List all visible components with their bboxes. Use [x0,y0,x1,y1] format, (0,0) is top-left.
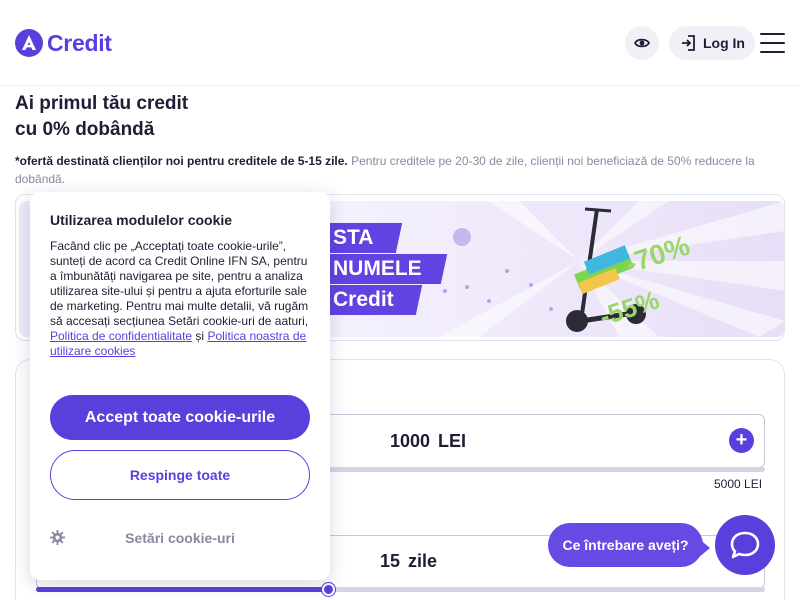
menu-line [760,42,785,44]
reject-all-cookies-button[interactable]: Respinge toate [50,450,310,500]
decor-circle [453,228,471,246]
site-header: Credit Log In [0,0,800,86]
days-slider-handle[interactable] [322,583,335,596]
amount-value: 1000 LEI [390,431,467,451]
max-amount-label: 5000 LEI [714,477,763,491]
cookie-body-text: Facând clic pe „Acceptați toate cookie-u… [50,239,309,328]
accept-all-cookies-button[interactable]: Accept toate cookie-urile [50,395,310,440]
hero-title: Ai primul tău credit cu 0% dobândă [15,91,188,143]
days-value: 15 zile [380,551,438,571]
accessibility-eye-button[interactable] [625,26,659,60]
hamburger-menu-button[interactable] [760,33,785,53]
cookie-settings-button[interactable]: Setări cookie-uri [50,528,310,548]
menu-line [760,33,785,35]
hero-title-line1: Ai primul tău credit [15,93,189,114]
cookie-and-text: și [192,329,208,343]
chat-bubble-tail [698,538,710,558]
days-slider[interactable] [36,583,765,596]
increase-amount-button[interactable]: + [729,428,754,453]
days-slider-fill [36,587,328,592]
eye-icon [634,38,650,48]
chat-icon [730,531,760,559]
offer-note: *ofertă destinată clienților noi pentru … [15,152,785,188]
login-label: Log In [703,35,745,51]
login-button[interactable]: Log In [669,26,755,60]
promo-strip-3: Credit [315,285,423,315]
chat-prompt-bubble[interactable]: Ce întrebare aveți? [548,523,703,567]
cookie-title: Utilizarea modulelor cookie [50,212,233,228]
offer-note-bold: *ofertă destinată clienților noi pentru … [15,154,348,168]
brand-name: Credit [47,29,112,56]
brand-logo[interactable]: Credit [15,29,112,57]
menu-line [760,51,785,53]
promo-strip-2: NUMELE [315,254,448,284]
hero-title-line2: cu 0% dobândă [15,119,155,140]
privacy-policy-link[interactable]: Politica de confidentialitate [50,329,192,343]
cookie-consent-dialog: Utilizarea modulelor cookie Facând clic … [30,192,330,580]
login-door-icon [682,35,695,51]
chat-open-button[interactable] [715,515,775,575]
logo-icon [15,29,43,57]
cookie-text: Facând clic pe „Acceptați toate cookie-u… [50,239,312,359]
cookie-settings-label: Setări cookie-uri [125,530,235,546]
